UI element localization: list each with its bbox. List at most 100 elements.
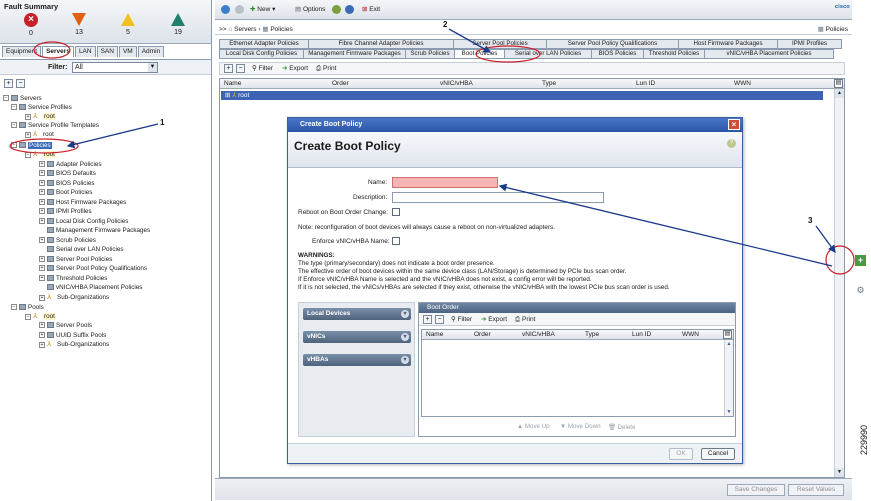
column-header-wwn[interactable]: WWN <box>734 80 751 87</box>
expand-icon[interactable]: + <box>39 189 45 196</box>
tab-fibre-channel-adapter-policies[interactable]: Fibre Channel Adapter Policies <box>308 39 454 49</box>
boot-order-remove-button[interactable]: − <box>435 315 444 324</box>
expand-icon[interactable]: + <box>39 180 45 187</box>
expand-icon[interactable]: + <box>39 332 45 339</box>
tree-node-bios-defaults[interactable]: + BIOS Defaults <box>39 169 96 178</box>
tree-node-management-firmware-packages[interactable]: Management Firmware Packages <box>47 226 150 235</box>
options-button[interactable]: ▤ Options <box>295 5 325 15</box>
collapse-icon[interactable]: − <box>3 95 9 102</box>
info-button[interactable] <box>345 5 355 15</box>
collapse-icon[interactable]: − <box>11 122 17 129</box>
fault-major[interactable]: 13 <box>64 13 94 36</box>
expand-icon[interactable]: + <box>39 170 45 177</box>
tree-node-uuid-suffix-pools[interactable]: + UUID Suffix Pools <box>39 331 106 340</box>
vnics-section[interactable]: vNICs ▾ <box>303 331 411 343</box>
tab-ethernet-adapter-policies[interactable]: Ethernet Adapter Policies <box>219 39 309 49</box>
breadcrumb-policies[interactable]: Policies <box>270 26 292 33</box>
collapse-icon[interactable]: − <box>11 304 17 311</box>
expand-icon[interactable]: + <box>39 218 45 225</box>
tree-node-service-profiles[interactable]: − Service Profiles <box>11 103 72 112</box>
expand-icon[interactable]: + <box>39 208 45 215</box>
help-icon[interactable]: ? <box>727 139 736 148</box>
cancel-button[interactable]: Cancel <box>701 448 735 460</box>
save-changes-button[interactable]: Save Changes <box>727 484 785 496</box>
collapse-icon[interactable]: − <box>25 313 31 320</box>
tree-node-sub-organizations[interactable]: + ⅄ Sub-Organizations <box>39 340 109 349</box>
tree-node-local-disk-config-policies[interactable]: + Local Disk Config Policies <box>39 217 128 226</box>
column-header-vnic-vhba[interactable]: vNIC/vHBA <box>522 331 555 338</box>
tree-node-host-firmware-packages[interactable]: + Host Firmware Packages <box>39 198 126 207</box>
tree-node-serial-over-lan-policies[interactable]: Serial over LAN Policies <box>47 245 124 254</box>
collapse-icon[interactable]: − <box>11 142 17 149</box>
boot-order-export-button[interactable]: ➔ Export <box>481 316 507 324</box>
tab-management-firmware-packages[interactable]: Management Firmware Packages <box>303 49 406 59</box>
tree-node-service-profile-templates[interactable]: − Service Profile Templates <box>11 121 99 130</box>
tree-node-bios-policies[interactable]: + BIOS Policies <box>39 179 95 188</box>
column-header-type[interactable]: Type <box>542 80 556 87</box>
print-button[interactable]: ⎙ Print <box>316 65 336 73</box>
tab-host-firmware-packages[interactable]: Host Firmware Packages <box>678 39 778 49</box>
column-header-lun-id[interactable]: Lun ID <box>636 80 655 87</box>
column-chooser-icon[interactable]: ▤ <box>723 330 732 339</box>
name-input[interactable] <box>392 177 498 188</box>
properties-icon[interactable]: ⚙ <box>855 285 866 296</box>
expand-icon[interactable]: ⊞ <box>225 92 230 99</box>
tree-node-root[interactable]: − ⅄ root <box>25 312 56 321</box>
expand-icon[interactable]: + <box>39 161 45 168</box>
expand-icon[interactable]: + <box>25 131 31 138</box>
tab-server-pool-policy-qualifications[interactable]: Server Pool Policy Qualifications <box>546 39 679 49</box>
dialog-titlebar[interactable]: Create Boot Policy × <box>288 118 742 132</box>
tree-node-ipmi-profiles[interactable]: + IPMI Profiles <box>39 207 92 216</box>
table-row[interactable]: ⊞ ⅄ root <box>221 91 823 100</box>
scroll-down-icon[interactable]: ▼ <box>835 468 844 477</box>
collapse-all-button[interactable]: − <box>16 79 25 88</box>
expand-icon[interactable]: + <box>39 341 45 348</box>
boot-order-filter-button[interactable]: ⚲ Filter <box>451 316 472 324</box>
tree-node-policies[interactable]: − Policies <box>11 141 52 150</box>
add-button[interactable]: + <box>224 64 233 73</box>
move-down-button[interactable]: ▼ Move Down <box>560 423 601 430</box>
back-button[interactable] <box>221 5 231 15</box>
expand-icon[interactable]: + <box>39 199 45 206</box>
column-header-type[interactable]: Type <box>585 331 599 338</box>
expand-icon[interactable]: + <box>39 265 45 272</box>
tree-node-sub-organizations[interactable]: + ⅄ Sub-Organizations <box>39 293 109 302</box>
expand-all-button[interactable]: + <box>4 79 13 88</box>
column-chooser-icon[interactable]: ▤ <box>834 79 843 88</box>
scroll-up-icon[interactable]: ▲ <box>835 89 844 98</box>
ok-button[interactable]: OK <box>669 448 693 460</box>
tab-ipmi-profiles[interactable]: IPMI Profiles <box>777 39 842 49</box>
tab-equipment[interactable]: Equipment <box>2 46 42 57</box>
column-header-name[interactable]: Name <box>224 80 241 87</box>
column-header-vnic-vhba[interactable]: vNIC/vHBA <box>440 80 473 87</box>
forward-button[interactable] <box>235 5 245 15</box>
fault-minor[interactable]: 5 <box>113 13 143 36</box>
column-header-lun-id[interactable]: Lun ID <box>632 331 651 338</box>
exit-button[interactable]: ⊠ Exit <box>362 5 380 15</box>
export-button[interactable]: ➔ Export <box>282 65 308 73</box>
boot-order-print-button[interactable]: ⎙ Print <box>515 316 535 324</box>
reboot-checkbox[interactable] <box>392 208 400 216</box>
tree-node-servers[interactable]: − Servers <box>3 94 42 103</box>
fault-warning[interactable]: 19 <box>163 13 193 36</box>
enforce-checkbox[interactable] <box>392 237 400 245</box>
fault-critical[interactable]: × 0 <box>16 13 46 37</box>
expand-icon[interactable]: + <box>39 256 45 263</box>
tree-node-scrub-policies[interactable]: + Scrub Policies <box>39 236 96 245</box>
column-header-wwn[interactable]: WWN <box>682 331 699 338</box>
tab-bios-policies[interactable]: BIOS Policies <box>591 49 644 59</box>
tab-local-disk-config-policies[interactable]: Local Disk Config Policies <box>219 49 304 59</box>
new-menu-button[interactable]: ✚ New ▾ <box>250 5 275 15</box>
tree-node-pools[interactable]: − Pools <box>11 303 44 312</box>
tab-threshold-policies[interactable]: Threshold Policies <box>643 49 705 59</box>
boot-order-add-button[interactable]: + <box>423 315 432 324</box>
scroll-up-icon[interactable]: ▲ <box>725 340 733 348</box>
vertical-scrollbar[interactable]: ▲ ▼ <box>724 340 733 416</box>
tree-node-root[interactable]: + ⅄ root <box>25 112 56 121</box>
tab-server-pool-policies[interactable]: Server Pool Policies <box>453 39 547 49</box>
tab-vm[interactable]: VM <box>118 46 137 57</box>
vertical-scrollbar[interactable]: ▲ ▼ <box>834 89 844 477</box>
expand-icon[interactable]: + <box>39 294 45 301</box>
tree-node-threshold-policies[interactable]: + Threshold Policies <box>39 274 107 283</box>
filter-button[interactable]: ⚲ Filter <box>252 65 273 73</box>
